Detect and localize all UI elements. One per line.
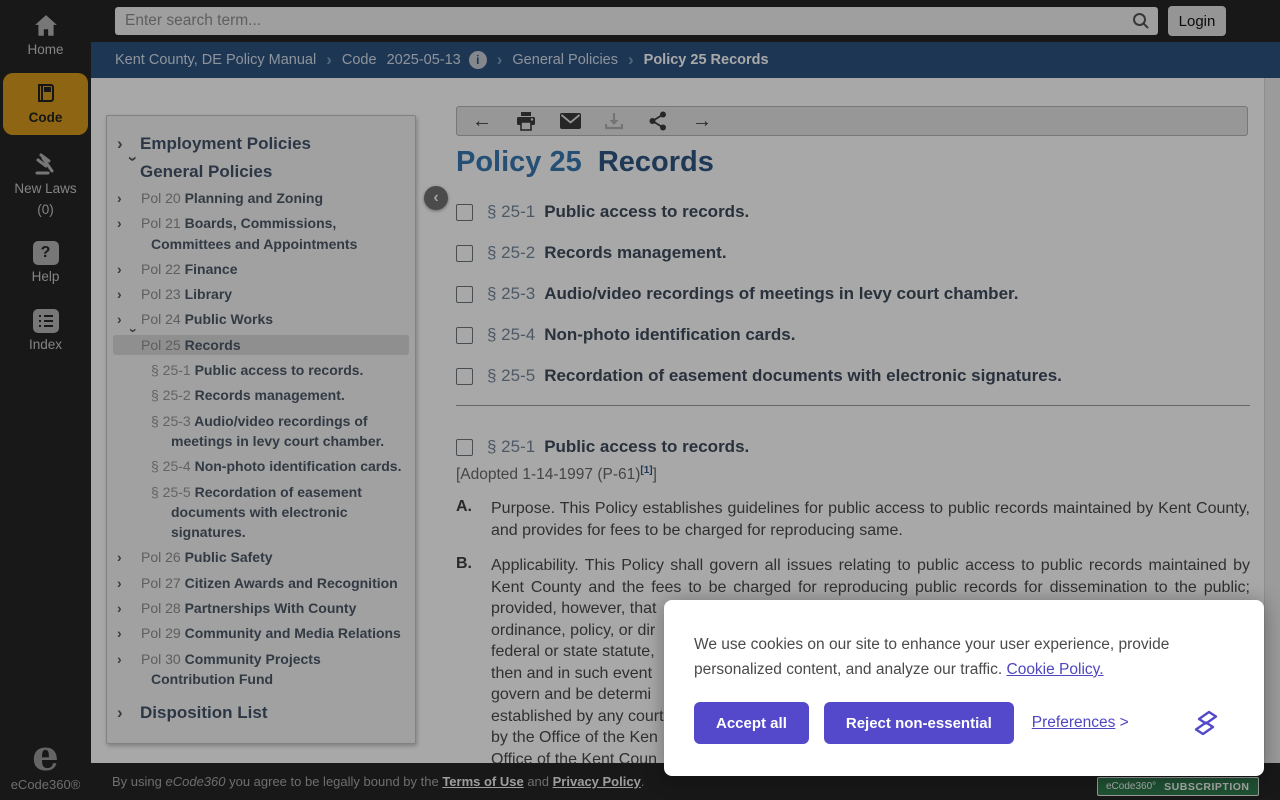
reject-non-essential-button[interactable]: Reject non-essential: [823, 702, 1014, 744]
preferences-link[interactable]: Preferences >: [1032, 714, 1129, 732]
cookie-message: We use cookies on our site to enhance yo…: [694, 632, 1224, 682]
osano-icon: [1194, 710, 1218, 736]
preferences-text: Preferences: [1031, 714, 1116, 731]
accept-all-button[interactable]: Accept all: [694, 702, 809, 744]
preferences-arrow: >: [1119, 714, 1129, 731]
cookie-consent-banner: We use cookies on our site to enhance yo…: [664, 600, 1264, 776]
osano-logo-button[interactable]: [1190, 706, 1222, 740]
app-window: Home Code New Laws (0) ? Help Index e eC…: [0, 0, 1280, 800]
cookie-policy-link[interactable]: Cookie Policy.: [1007, 661, 1104, 678]
cookie-actions: Accept all Reject non-essential Preferen…: [694, 702, 1234, 744]
